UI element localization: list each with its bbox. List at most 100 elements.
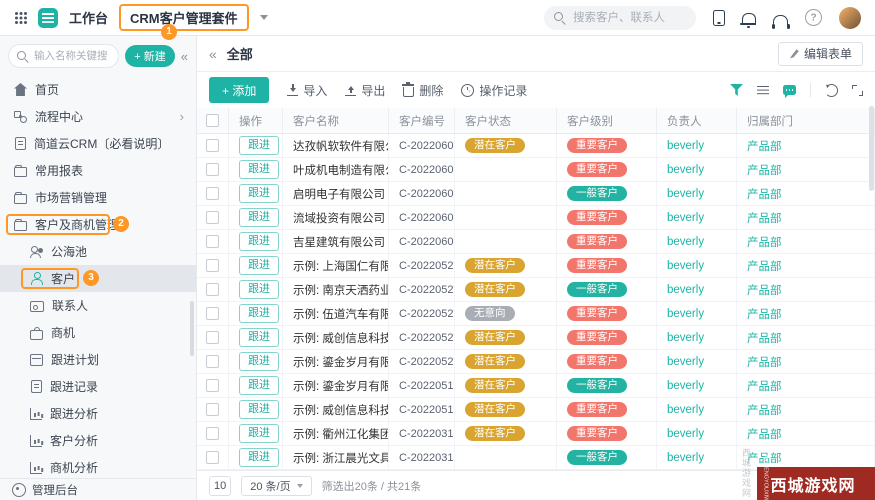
row-checkbox[interactable]	[206, 427, 219, 440]
follow-up-button[interactable]: 跟进	[239, 304, 279, 323]
follow-up-button[interactable]: 跟进	[239, 208, 279, 227]
table-row[interactable]: 跟进 示例: 衢州江化集团 C-20220316... 潜在客户 重要客户 be…	[197, 422, 875, 446]
table-row[interactable]: 跟进 示例: 伍道汽车有限... C-20220527... 无意向 重要客户 …	[197, 302, 875, 326]
owner-link[interactable]: beverly	[667, 308, 704, 320]
customer-name[interactable]: 示例: 威创信息科技...	[283, 326, 389, 349]
headset-icon[interactable]	[771, 15, 790, 29]
page-button[interactable]: 10	[209, 475, 232, 496]
table-row[interactable]: 跟进 示例: 威创信息科技... C-20220527... 潜在客户 重要客户…	[197, 326, 875, 350]
sidebar-item-opportunities[interactable]: 商机	[0, 319, 196, 346]
row-checkbox[interactable]	[206, 235, 219, 248]
page-size-select[interactable]: 20 条/页	[241, 475, 312, 496]
operation-log-button[interactable]: 操作记录	[461, 82, 527, 99]
comment-icon[interactable]	[783, 85, 796, 98]
sidebar-item-jiandaoyun-crm[interactable]: 简道云CRM〔必看说明〕	[0, 130, 196, 157]
row-checkbox[interactable]	[206, 379, 219, 392]
follow-up-button[interactable]: 跟进	[239, 160, 279, 179]
sidebar-item-followup-plan[interactable]: 跟进计划	[0, 346, 196, 373]
follow-up-button[interactable]: 跟进	[239, 400, 279, 419]
row-checkbox[interactable]	[206, 283, 219, 296]
dept-link[interactable]: 产品部	[747, 162, 782, 178]
workspace-label[interactable]: 工作台	[69, 8, 108, 27]
row-checkbox[interactable]	[206, 451, 219, 464]
owner-link[interactable]: beverly	[667, 236, 704, 248]
sidebar-item-public-pool[interactable]: 公海池	[0, 238, 196, 265]
sidebar-item-followup-analysis[interactable]: 跟进分析	[0, 400, 196, 427]
table-row[interactable]: 跟进 启明电子有限公司 C-20220602... 一般客户 beverly 产…	[197, 182, 875, 206]
column-config-icon[interactable]	[757, 85, 769, 96]
dept-link[interactable]: 产品部	[747, 210, 782, 226]
sidebar-search-input[interactable]	[32, 49, 111, 63]
owner-link[interactable]: beverly	[667, 452, 704, 464]
dept-link[interactable]: 产品部	[747, 138, 782, 154]
row-checkbox[interactable]	[206, 403, 219, 416]
dept-link[interactable]: 产品部	[747, 426, 782, 442]
owner-link[interactable]: beverly	[667, 380, 704, 392]
follow-up-button[interactable]: 跟进	[239, 280, 279, 299]
row-checkbox[interactable]	[206, 211, 219, 224]
dept-link[interactable]: 产品部	[747, 354, 782, 370]
row-checkbox[interactable]	[206, 331, 219, 344]
sidebar-item-customer-analysis[interactable]: 客户分析	[0, 427, 196, 454]
table-row[interactable]: 跟进 示例: 鎏金岁月有限公... C-20220527... 潜在客户 重要客…	[197, 350, 875, 374]
table-row[interactable]: 跟进 吉星建筑有限公司 C-20220602... 重要客户 beverly 产…	[197, 230, 875, 254]
customer-name[interactable]: 示例: 鎏金岁月有限公...	[283, 374, 389, 397]
customer-name[interactable]: 示例: 衢州江化集团	[283, 422, 389, 445]
owner-link[interactable]: beverly	[667, 356, 704, 368]
refresh-icon[interactable]	[825, 83, 838, 97]
help-icon[interactable]	[805, 9, 822, 26]
table-scrollbar[interactable]	[869, 106, 874, 191]
dept-link[interactable]: 产品部	[747, 402, 782, 418]
customer-name[interactable]: 吉星建筑有限公司	[283, 230, 389, 253]
follow-up-button[interactable]: 跟进	[239, 232, 279, 251]
follow-up-button[interactable]: 跟进	[239, 448, 279, 467]
customer-name[interactable]: 示例: 南京天洒药业	[283, 278, 389, 301]
owner-link[interactable]: beverly	[667, 332, 704, 344]
owner-link[interactable]: beverly	[667, 140, 704, 152]
dept-link[interactable]: 产品部	[747, 234, 782, 250]
filter-icon[interactable]	[730, 84, 743, 96]
customer-name[interactable]: 叶成机电制造有限公司	[283, 158, 389, 181]
fullscreen-icon[interactable]	[852, 84, 863, 96]
owner-link[interactable]: beverly	[667, 428, 704, 440]
import-button[interactable]: 导入	[287, 82, 327, 99]
admin-backend[interactable]: 管理后台	[0, 478, 196, 500]
owner-link[interactable]: beverly	[667, 260, 704, 272]
customer-name[interactable]: 示例: 伍道汽车有限...	[283, 302, 389, 325]
collapse-sidebar-icon[interactable]: «	[209, 46, 217, 62]
sidebar-item-common-reports[interactable]: 常用报表	[0, 157, 196, 184]
owner-link[interactable]: beverly	[667, 404, 704, 416]
owner-link[interactable]: beverly	[667, 284, 704, 296]
follow-up-button[interactable]: 跟进	[239, 376, 279, 395]
dept-link[interactable]: 产品部	[747, 306, 782, 322]
sidebar-search[interactable]	[8, 44, 120, 68]
owner-link[interactable]: beverly	[667, 212, 704, 224]
avatar[interactable]	[839, 6, 861, 29]
table-row[interactable]: 跟进 流域投资有限公司 C-20220602... 重要客户 beverly 产…	[197, 206, 875, 230]
global-search-input[interactable]	[571, 10, 686, 25]
table-row[interactable]: 跟进 示例: 南京天洒药业 C-20220527... 潜在客户 一般客户 be…	[197, 278, 875, 302]
dept-link[interactable]: 产品部	[747, 282, 782, 298]
customer-name[interactable]: 示例: 浙江晨光文具...	[283, 446, 389, 469]
bell-icon[interactable]	[740, 12, 756, 28]
mobile-icon[interactable]	[713, 9, 725, 26]
chevron-down-icon[interactable]	[259, 15, 268, 24]
app-logo[interactable]	[38, 7, 58, 28]
export-button[interactable]: 导出	[345, 82, 385, 99]
global-search[interactable]	[544, 5, 696, 30]
sidebar-scrollbar[interactable]	[190, 301, 194, 356]
sidebar-item-customer-business-mgmt[interactable]: 客户及商机管理	[0, 211, 196, 238]
follow-up-button[interactable]: 跟进	[239, 352, 279, 371]
customer-name[interactable]: 达孜帆软软件有限公...	[283, 134, 389, 157]
table-row[interactable]: 跟进 达孜帆软软件有限公... C-20220607... 潜在客户 重要客户 …	[197, 134, 875, 158]
follow-up-button[interactable]: 跟进	[239, 328, 279, 347]
follow-up-button[interactable]: 跟进	[239, 424, 279, 443]
customer-name[interactable]: 示例: 威创信息科技...	[283, 398, 389, 421]
row-checkbox[interactable]	[206, 139, 219, 152]
sidebar-item-process-center[interactable]: 流程中心	[0, 103, 196, 130]
edit-form-button[interactable]: 编辑表单	[777, 41, 863, 66]
customer-name[interactable]: 示例: 鎏金岁月有限公...	[283, 350, 389, 373]
row-checkbox[interactable]	[206, 163, 219, 176]
customer-name[interactable]: 示例: 上海国仁有限...	[283, 254, 389, 277]
row-checkbox[interactable]	[206, 259, 219, 272]
